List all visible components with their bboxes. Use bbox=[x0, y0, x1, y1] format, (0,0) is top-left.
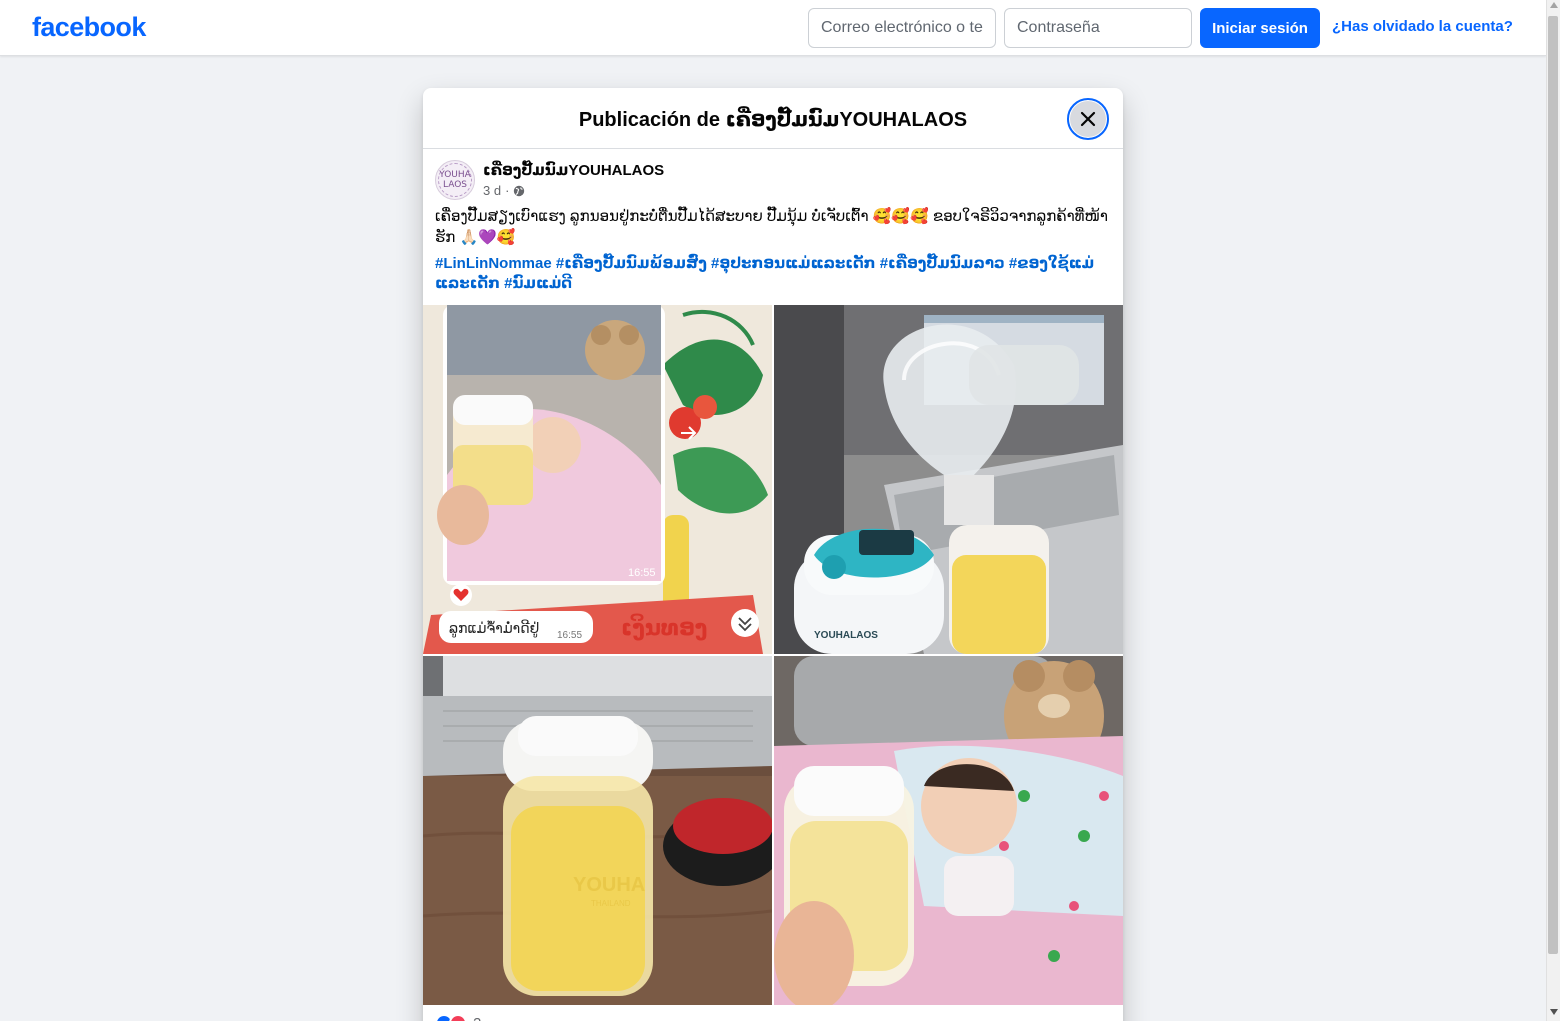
milk-bottle-image: YOUHA THAILAND bbox=[423, 656, 772, 1005]
close-icon bbox=[1080, 111, 1096, 127]
post-photo-3[interactable]: YOUHA THAILAND bbox=[423, 656, 772, 1005]
chat-message-time: 16:55 bbox=[557, 630, 582, 641]
close-button[interactable] bbox=[1067, 98, 1109, 140]
reaction-count: 2 bbox=[473, 1015, 481, 1021]
bottle-brand-sub: THAILAND bbox=[591, 899, 631, 908]
page-avatar[interactable]: YOUHA LAOS bbox=[435, 160, 475, 200]
post-photo-1[interactable]: 16:55 ລູກແມ່ຈ້ຳມໍ່າດີຢູ່ 16:55 ເງິນທອງ bbox=[423, 305, 772, 654]
photo-grid: 16:55 ລູກແມ່ຈ້ຳມໍ່າດີຢູ່ 16:55 ເງິນທອງ Y… bbox=[423, 305, 1123, 1005]
meta-separator: · bbox=[505, 183, 510, 198]
facebook-logo[interactable]: facebook bbox=[32, 12, 146, 43]
post-dialog: Publicación de ເຄື່ອງປັ໊ມນົມYOUHALAOS YO… bbox=[423, 88, 1123, 1021]
love-reaction-icon bbox=[449, 1014, 467, 1021]
page-name[interactable]: ເຄື່ອງປັ໊ມນົມYOUHALAOS bbox=[483, 161, 664, 179]
dialog-title: Publicación de ເຄື່ອງປັ໊ມນົມYOUHALAOS bbox=[578, 109, 968, 131]
avatar-logo-text: YOUHA LAOS bbox=[439, 170, 471, 190]
forgot-account-link[interactable]: ¿Has olvidado la cuenta? bbox=[1332, 18, 1513, 35]
bottle-brand-text: YOUHA bbox=[573, 874, 645, 896]
baby-with-bottle-image bbox=[774, 656, 1123, 1005]
dialog-header: Publicación de ເຄື່ອງປັ໊ມນົມYOUHALAOS bbox=[423, 88, 1123, 149]
sticker-text: ເງິນທອງ bbox=[621, 615, 707, 641]
reaction-summary[interactable]: 2 bbox=[435, 1014, 481, 1021]
hashtag-link[interactable]: #ເຄື່ອງປັ໊ມນົມພ້ອມສົ່ງ bbox=[556, 255, 707, 272]
post-photo-4[interactable] bbox=[774, 656, 1123, 1005]
post-photo-2[interactable]: YOUHALAOS bbox=[774, 305, 1123, 654]
chat-timestamp: 16:55 bbox=[628, 567, 656, 579]
breast-pump-image: YOUHALAOS bbox=[774, 305, 1123, 654]
login-button[interactable]: Iniciar sesión bbox=[1200, 8, 1320, 48]
post-text: ເຄື່ອງປັ໊ມສຽງເບົາແຮງ ລູກນອນຢູ່ກະບໍ່ຕື່ນປ… bbox=[435, 208, 1109, 246]
scroll-up-arrow-icon[interactable] bbox=[1550, 2, 1558, 8]
email-input[interactable] bbox=[808, 8, 996, 48]
globe-icon bbox=[514, 185, 525, 196]
scrollbar-thumb[interactable] bbox=[1548, 16, 1558, 954]
hashtag-link[interactable]: #LinLinNommae bbox=[435, 255, 552, 272]
post-header: YOUHA LAOS ເຄື່ອງປັ໊ມນົມYOUHALAOS 3 d · bbox=[435, 160, 1111, 204]
post-meta: 3 d · bbox=[483, 183, 525, 198]
password-input[interactable] bbox=[1004, 8, 1192, 48]
top-navigation-bar: facebook Iniciar sesión ¿Has olvidado la… bbox=[0, 0, 1546, 56]
hashtag-link[interactable]: #ນົມແມ່ດີ bbox=[504, 275, 572, 292]
post-hashtags: #LinLinNommae #ເຄື່ອງປັ໊ມນົມພ້ອມສົ່ງ #ອຸ… bbox=[435, 254, 1111, 294]
pump-brand-text: YOUHALAOS bbox=[814, 630, 878, 641]
post-time[interactable]: 3 d bbox=[483, 183, 501, 198]
hashtag-link[interactable]: #ເຄື່ອງປັ໊ມນົມລາວ bbox=[880, 255, 1005, 272]
hashtag-link[interactable]: #ອຸປະກອນແມ່ແລະເດັກ bbox=[711, 255, 875, 272]
chat-screenshot-image: 16:55 ລູກແມ່ຈ້ຳມໍ່າດີຢູ່ 16:55 ເງິນທອງ bbox=[423, 305, 772, 654]
chat-message-text: ລູກແມ່ຈ້ຳມໍ່າດີຢູ່ bbox=[449, 619, 539, 637]
scroll-down-arrow-icon[interactable] bbox=[1550, 1009, 1558, 1015]
